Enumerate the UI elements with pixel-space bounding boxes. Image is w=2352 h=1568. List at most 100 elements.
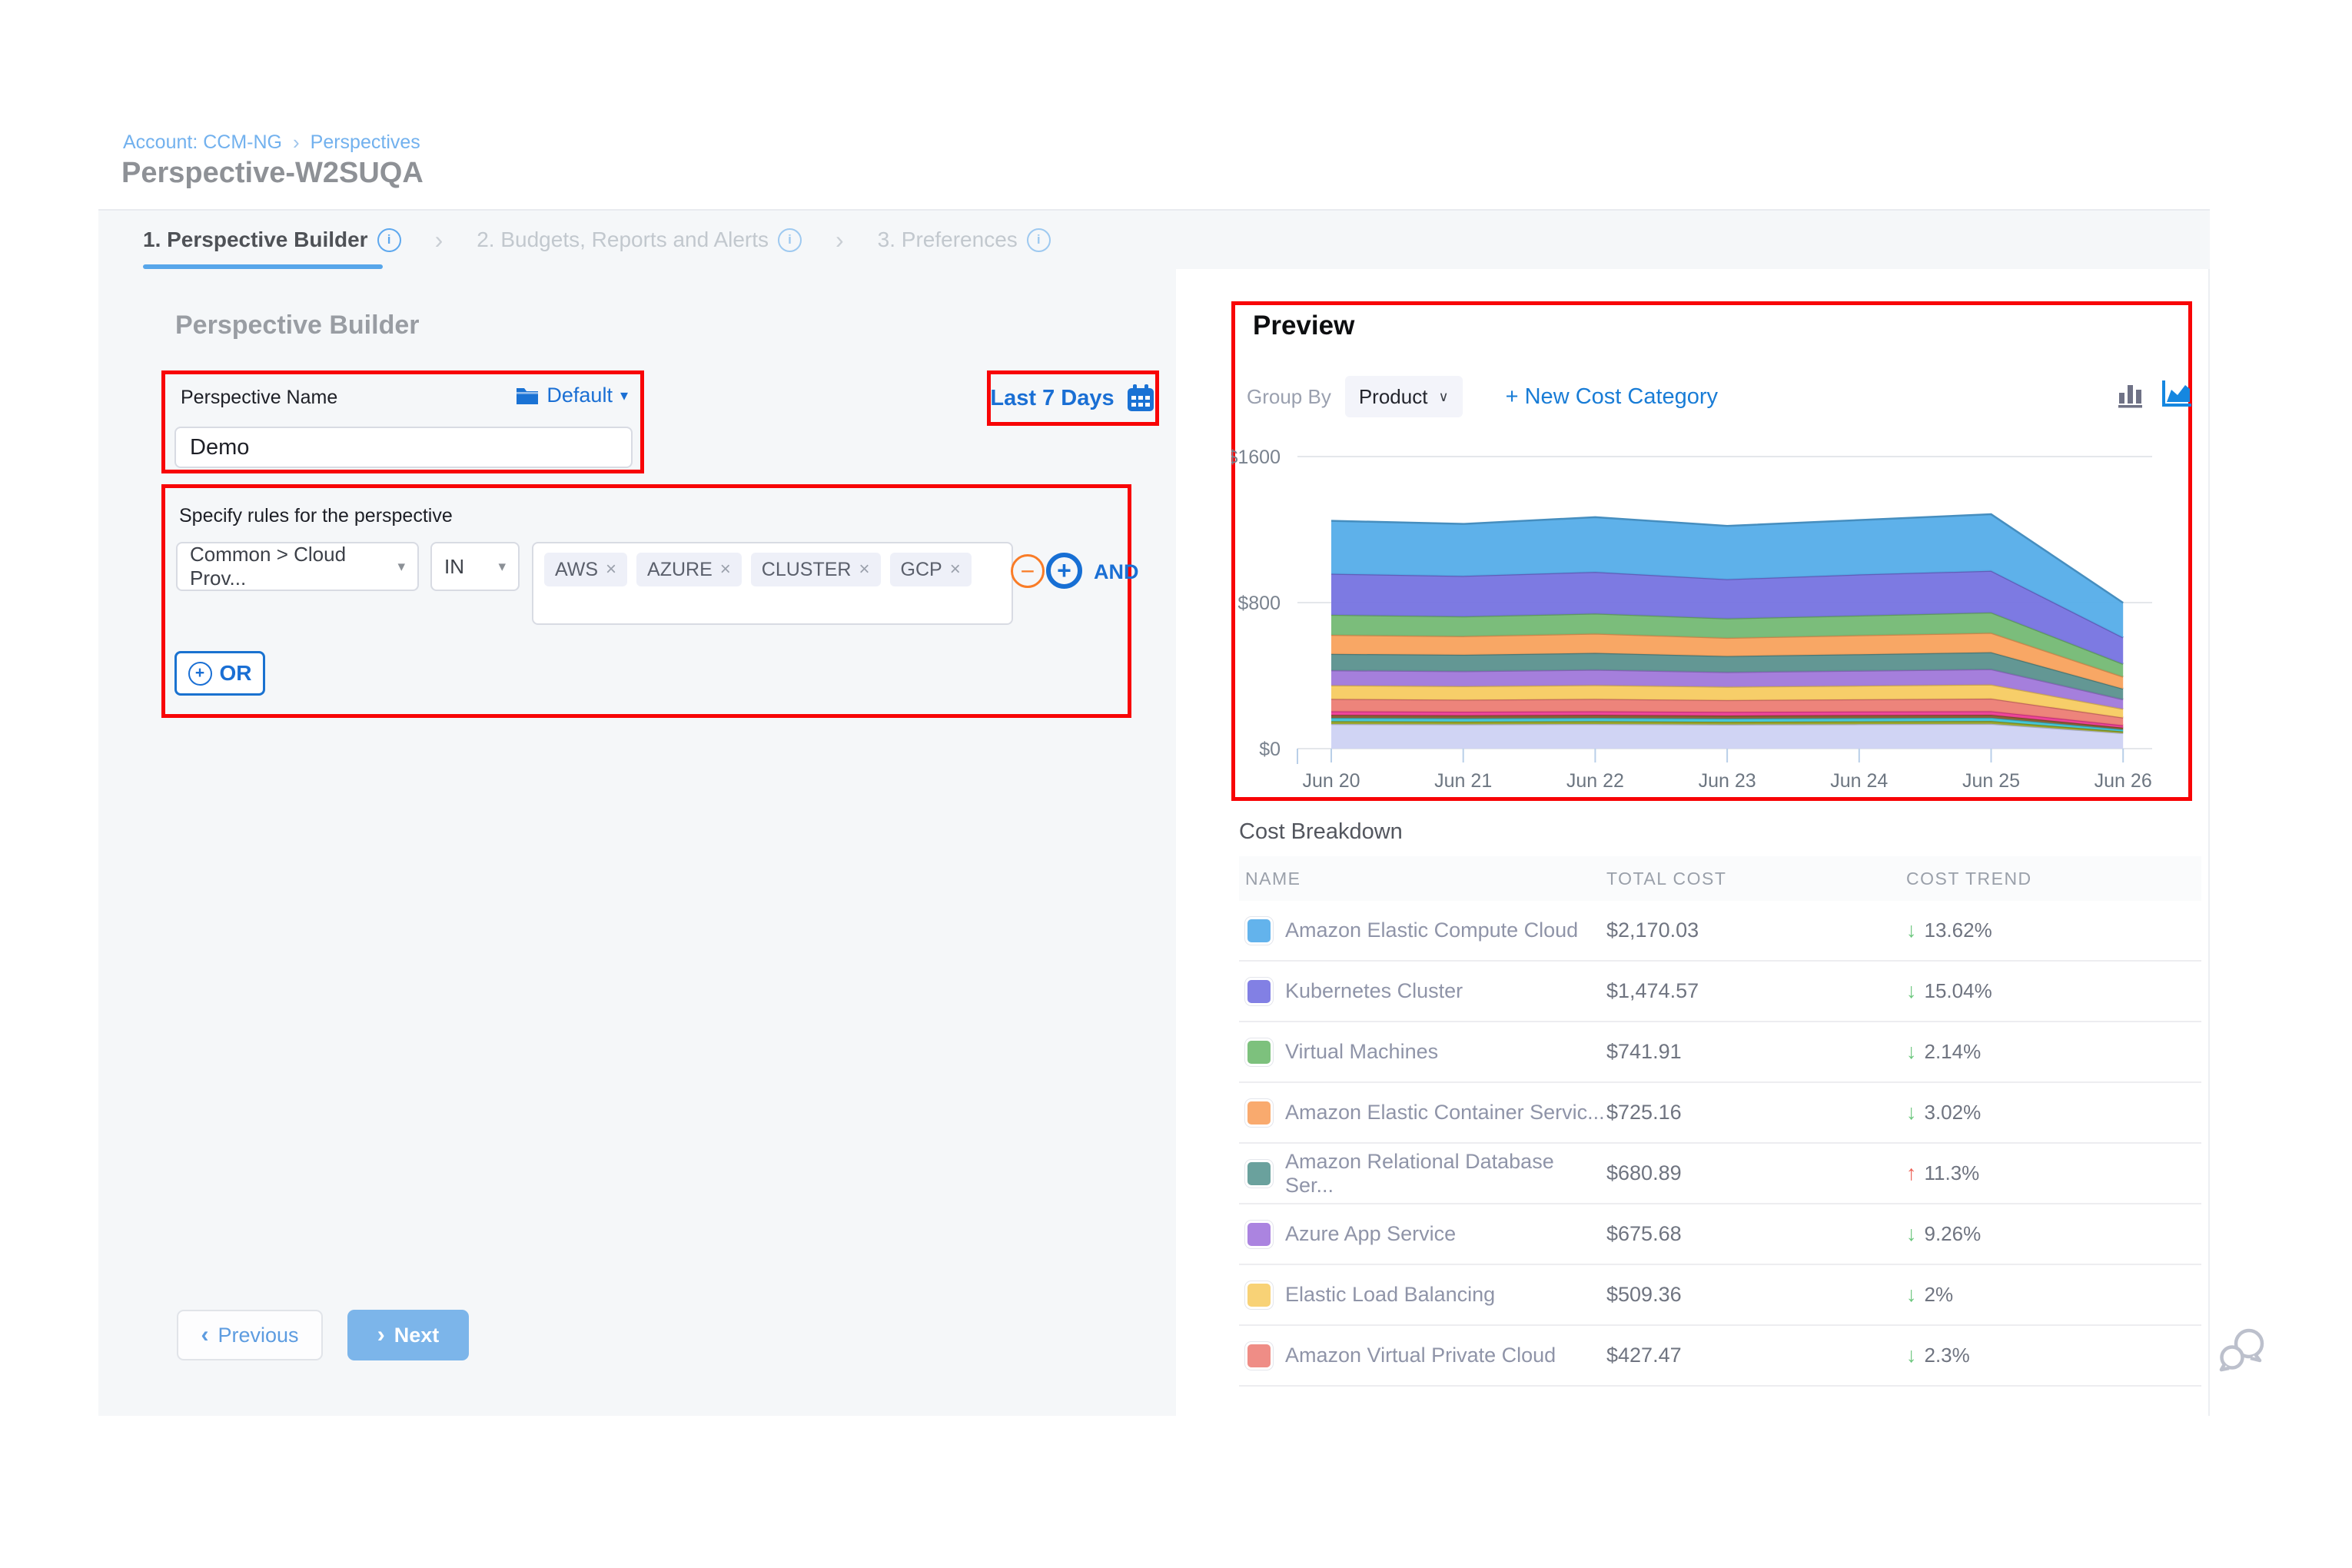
row-name[interactable]: Virtual Machines <box>1285 1040 1438 1064</box>
series-color-swatch <box>1245 1221 1273 1248</box>
folder-icon <box>516 386 539 406</box>
info-icon: i <box>1027 228 1051 252</box>
rule-field-dropdown[interactable]: Common > Cloud Prov... ▾ <box>176 542 419 591</box>
column-header-total-cost: TOTAL COST <box>1606 869 1906 889</box>
cost-breakdown-body: Amazon Elastic Compute Cloud $2,170.03 ↓… <box>1239 901 2201 1387</box>
table-row: Amazon Relational Database Ser... $680.8… <box>1239 1144 2201 1204</box>
svg-text:$1600: $1600 <box>1231 447 1281 468</box>
trend-arrow-icon: ↓ <box>1906 1040 1917 1064</box>
series-color-swatch <box>1245 917 1273 945</box>
row-total-cost: $680.89 <box>1606 1161 1906 1185</box>
plus-circle-icon: + <box>188 662 212 686</box>
row-name[interactable]: Azure App Service <box>1285 1222 1456 1246</box>
rule-values-input[interactable]: AWS × AZURE × CLUSTER × GCP × <box>532 542 1013 625</box>
column-header-name: NAME <box>1239 869 1606 889</box>
cost-breakdown-heading: Cost Breakdown <box>1239 819 1403 845</box>
trend-arrow-icon: ↓ <box>1906 1101 1917 1125</box>
next-button[interactable]: › Next <box>347 1310 469 1360</box>
trend-arrow-icon: ↓ <box>1906 1222 1917 1246</box>
perspective-name-label: Perspective Name <box>181 387 337 409</box>
rules-label: Specify rules for the perspective <box>179 505 453 527</box>
column-header-cost-trend: COST TREND <box>1906 869 2198 889</box>
table-row: Amazon Elastic Container Servic... $725.… <box>1239 1083 2201 1144</box>
row-trend-value: 9.26% <box>1925 1222 1982 1246</box>
series-color-swatch <box>1245 978 1273 1005</box>
row-name[interactable]: Amazon Elastic Compute Cloud <box>1285 919 1578 942</box>
trend-arrow-icon: ↓ <box>1906 1283 1917 1307</box>
breadcrumb-perspectives-link[interactable]: Perspectives <box>311 131 420 154</box>
or-button[interactable]: + OR <box>174 651 265 696</box>
row-total-cost: $2,170.03 <box>1606 919 1906 942</box>
date-range-label: Last 7 Days <box>990 386 1114 411</box>
folder-caret-icon: ▾ <box>620 386 628 405</box>
series-color-swatch <box>1245 1281 1273 1309</box>
row-total-cost: $427.47 <box>1606 1344 1906 1367</box>
previous-button[interactable]: ‹ Previous <box>177 1310 323 1360</box>
rule-value-chip[interactable]: GCP × <box>890 553 972 586</box>
svg-text:Jun 20: Jun 20 <box>1302 770 1360 792</box>
row-total-cost: $741.91 <box>1606 1040 1906 1064</box>
row-trend-value: 2.14% <box>1925 1040 1982 1064</box>
previous-button-label: Previous <box>218 1324 298 1347</box>
remove-rule-button[interactable]: − <box>1011 554 1045 588</box>
tab-2[interactable]: 2. Budgets, Reports and Alerts i <box>477 228 802 252</box>
svg-text:Jun 22: Jun 22 <box>1566 770 1624 792</box>
add-rule-button[interactable]: + <box>1046 553 1082 589</box>
row-trend-value: 11.3% <box>1925 1161 1980 1185</box>
stacked-area-chart[interactable]: $0 $800 $1600 Jun 20 Jun 21 Jun 22 Jun 23 Jun 2… <box>1231 378 2192 801</box>
row-trend-value: 2% <box>1925 1283 1954 1307</box>
table-row: Amazon Virtual Private Cloud $427.47 ↓ 2… <box>1239 1326 2201 1387</box>
row-name[interactable]: Kubernetes Cluster <box>1285 979 1463 1003</box>
rule-value-chip[interactable]: AZURE × <box>636 553 742 586</box>
tab-1[interactable]: 1. Perspective Builder i <box>143 228 401 252</box>
svg-text:Jun 21: Jun 21 <box>1434 770 1492 792</box>
page-body: 1. Perspective Builder i › 2. Budgets, R… <box>98 209 2210 1416</box>
page-title: Perspective-W2SUQA <box>121 157 424 190</box>
rule-value-chip[interactable]: AWS × <box>544 553 627 586</box>
breadcrumb-account-link[interactable]: Account: CCM-NG <box>123 131 282 154</box>
cost-breakdown-header-row: NAME TOTAL COST COST TREND <box>1239 856 2201 901</box>
row-name[interactable]: Amazon Relational Database Ser... <box>1285 1150 1606 1198</box>
chevron-right-icon: › <box>377 1322 385 1348</box>
row-trend-value: 2.3% <box>1925 1344 1970 1367</box>
and-label: AND <box>1094 560 1139 584</box>
trend-arrow-icon: ↓ <box>1906 979 1917 1003</box>
series-color-swatch <box>1245 1099 1273 1127</box>
svg-text:$0: $0 <box>1259 739 1281 760</box>
rule-value-chip[interactable]: CLUSTER × <box>751 553 881 586</box>
table-row: Elastic Load Balancing $509.36 ↓ 2% <box>1239 1265 2201 1326</box>
builder-heading: Perspective Builder <box>175 311 419 341</box>
series-color-swatch <box>1245 1038 1273 1066</box>
row-trend-value: 15.04% <box>1925 979 1992 1003</box>
svg-text:Jun 23: Jun 23 <box>1699 770 1756 792</box>
cost-breakdown-table: NAME TOTAL COST COST TREND Amazon Elasti… <box>1239 856 2201 1387</box>
rule-field-value: Common > Cloud Prov... <box>190 543 388 590</box>
annotation-rect-perspective-name: Perspective Name Default ▾ <box>161 370 644 473</box>
tabbar: 1. Perspective Builder i › 2. Budgets, R… <box>143 211 1051 269</box>
chip-close-icon[interactable]: × <box>859 559 869 580</box>
help-chat-icon[interactable] <box>2217 1324 2269 1376</box>
tab-separator-icon: › <box>435 226 443 254</box>
row-total-cost: $509.36 <box>1606 1283 1906 1307</box>
row-trend-value: 3.02% <box>1925 1101 1982 1125</box>
perspective-name-input[interactable] <box>174 427 633 468</box>
row-name[interactable]: Amazon Virtual Private Cloud <box>1285 1344 1556 1367</box>
chip-close-icon[interactable]: × <box>720 559 731 580</box>
svg-text:Jun 25: Jun 25 <box>1962 770 2020 792</box>
breadcrumb-separator-icon: › <box>293 131 300 154</box>
annotation-rect-rules: Specify rules for the perspective Common… <box>161 484 1131 718</box>
row-name[interactable]: Amazon Elastic Container Servic... <box>1285 1101 1605 1125</box>
date-range-picker[interactable]: Last 7 Days <box>987 370 1159 426</box>
tab-label: 1. Perspective Builder <box>143 228 368 252</box>
folder-selector[interactable]: Default ▾ <box>516 384 628 407</box>
perspective-builder-page: Account: CCM-NG › Perspectives Perspecti… <box>0 0 2352 1568</box>
svg-text:$800: $800 <box>1237 593 1281 614</box>
svg-text:Jun 24: Jun 24 <box>1830 770 1888 792</box>
chip-close-icon[interactable]: × <box>950 559 961 580</box>
calendar-icon <box>1125 383 1156 414</box>
tab-3[interactable]: 3. Preferences i <box>878 228 1051 252</box>
tab-separator-icon: › <box>835 226 844 254</box>
rule-operator-dropdown[interactable]: IN ▾ <box>430 542 520 591</box>
chip-close-icon[interactable]: × <box>606 559 616 580</box>
row-name[interactable]: Elastic Load Balancing <box>1285 1283 1495 1307</box>
